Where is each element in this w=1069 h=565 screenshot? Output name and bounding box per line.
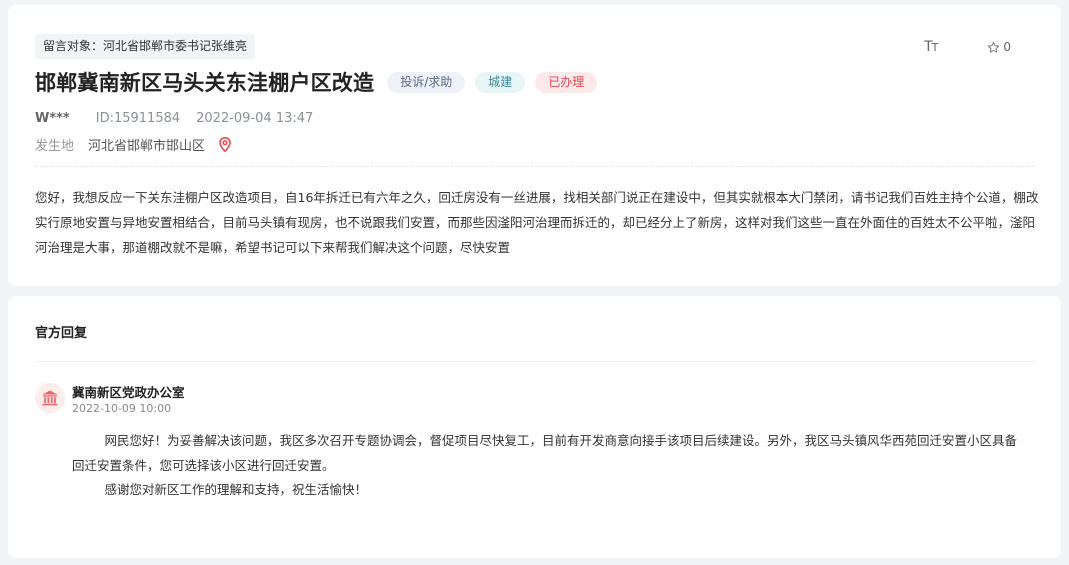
author-name: W***	[35, 110, 70, 126]
reply-paragraph: 网民您好！为妥善解决该问题，我区多次召开专题协调会，督促项目尽快复工，目前有开发…	[104, 433, 1018, 448]
toolbar: TT 0	[924, 39, 1011, 55]
post-time: 2022-09-04 13:47	[196, 110, 314, 126]
location-label: 发生地	[35, 138, 75, 154]
reply-content: 网民您好！为妥善解决该问题，我区多次召开专题协调会，督促项目尽快复工，目前有开发…	[72, 429, 1039, 503]
category-badge: 城建	[475, 71, 526, 93]
reply-time: 2022-10-09 10:00	[72, 402, 172, 415]
type-badge: 投诉/求助	[387, 71, 466, 93]
message-target: 留言对象：河北省邯郸市委书记张维亮	[35, 34, 256, 59]
status-badge: 已办理	[535, 71, 598, 93]
star-icon	[988, 41, 1000, 53]
avatar	[35, 383, 65, 413]
reply-office-name: 冀南新区党政办公室	[72, 385, 185, 400]
location-value: 河北省邯郸市邯山区	[88, 138, 206, 154]
government-building-icon	[42, 390, 58, 406]
page-title: 邯郸冀南新区马头关东洼棚户区改造	[35, 71, 375, 95]
favorite-button[interactable]: 0	[987, 39, 1011, 55]
post-id: ID:15911584	[95, 110, 181, 126]
star-count: 0	[1003, 40, 1011, 54]
message-content: 您好，我想反应一下关东洼棚户区改造项目，自16年拆迁已有六年之久，回迁房没有一丝…	[35, 190, 1039, 255]
reply-paragraph: 感谢您对新区工作的理解和支持，祝生活愉快！	[104, 482, 368, 497]
reply-section-title: 官方回复	[35, 326, 88, 341]
font-size-icon[interactable]: TT	[924, 39, 938, 56]
location-row: 发生地 河北省邯郸市邯山区	[35, 135, 231, 154]
location-pin-icon[interactable]	[219, 136, 231, 152]
divider	[35, 361, 1034, 362]
divider	[35, 166, 1034, 167]
title-row: 邯郸冀南新区马头关东洼棚户区改造 投诉/求助 城建 已办理	[35, 67, 598, 97]
message-card: 留言对象：河北省邯郸市委书记张维亮 TT 0 邯郸冀南新区马头关东洼棚户区改造 …	[8, 5, 1061, 286]
reply-paragraph: 回迁安置条件，您可选择该小区进行回迁安置。	[72, 457, 335, 473]
reply-card: 官方回复 冀南新区党政办公室 2022-10-09 10:00 网民您好！为妥善…	[8, 296, 1061, 558]
meta-row: W*** ID:15911584 2022-09-04 13:47	[35, 109, 313, 127]
